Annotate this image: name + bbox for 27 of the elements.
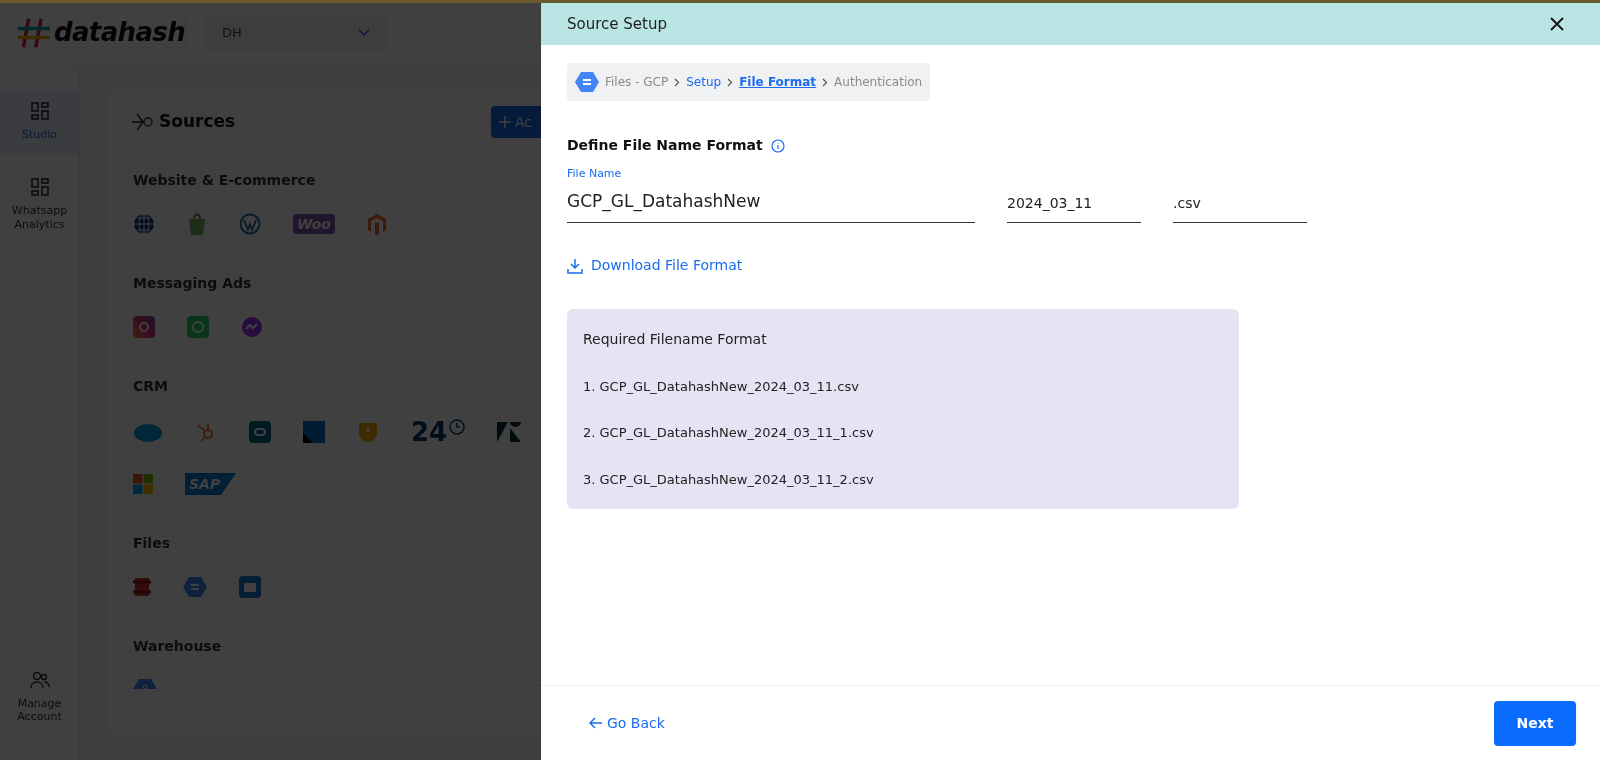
text-field[interactable]: GCP_GL_DatahashNew: [567, 188, 975, 223]
breadcrumb-link[interactable]: Files - GCP: [605, 73, 669, 91]
breadcrumb-link[interactable]: Authentication: [834, 73, 923, 91]
next-button[interactable]: Next: [1494, 700, 1576, 746]
text-field[interactable]: 2024_03_11: [1007, 193, 1141, 223]
info-box-title: Required Filename Format: [583, 329, 768, 349]
chevron-right-icon: [674, 77, 681, 87]
filename-example: 2. GCP_GL_DatahashNew_2024_03_11_1.csv: [583, 424, 875, 442]
field-label: File Name: [567, 166, 623, 182]
close-icon[interactable]: [1550, 17, 1564, 31]
text-field[interactable]: .csv: [1173, 193, 1307, 223]
filename-example: 3. GCP_GL_DatahashNew_2024_03_11_2.csv: [583, 470, 875, 489]
hexagon-icon: [575, 71, 599, 93]
filename-example: 1. GCP_GL_DatahashNew_2024_03_11.csv: [583, 377, 860, 396]
breadcrumb-link[interactable]: File Format: [739, 73, 817, 91]
arrow-left-icon: [589, 717, 603, 729]
drawer-title: Source Setup: [567, 13, 667, 35]
download-icon: [567, 257, 583, 274]
chevron-right-icon: [727, 77, 734, 87]
info-icon[interactable]: [770, 138, 785, 153]
breadcrumb-link[interactable]: Setup: [686, 73, 722, 91]
go-back-button[interactable]: Go Back: [589, 712, 665, 734]
chevron-right-icon: [822, 77, 829, 87]
download-link[interactable]: Download File Format: [567, 255, 743, 276]
sources-title: Sources: [159, 110, 236, 134]
section-title: Define File Name Format: [567, 136, 763, 155]
logo-text: datahash: [54, 16, 185, 49]
